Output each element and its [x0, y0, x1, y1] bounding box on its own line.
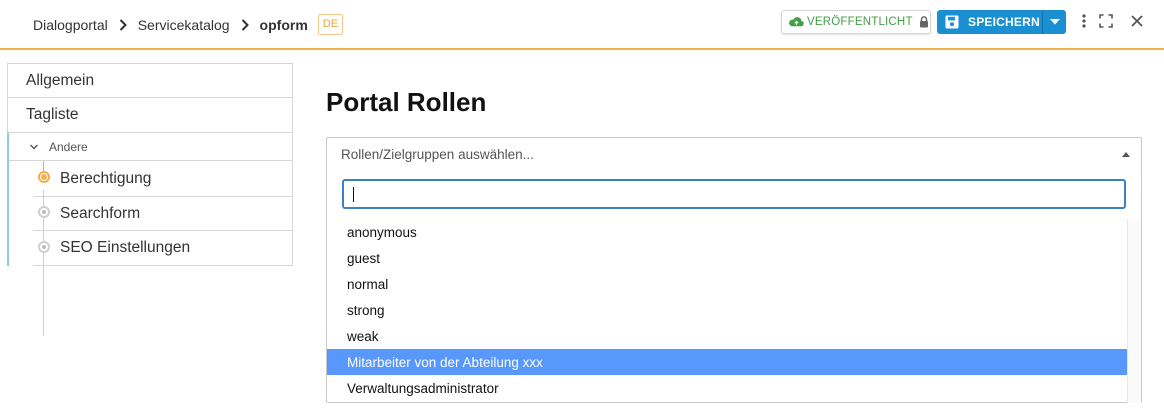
breadcrumb: Dialogportal Servicekatalog opform DE	[33, 14, 344, 35]
role-option[interactable]: strong	[327, 297, 1127, 323]
language-badge[interactable]: DE	[317, 14, 344, 35]
caret-down-icon	[1049, 19, 1060, 25]
chevron-right-icon	[230, 18, 260, 31]
save-button-group: SPEICHERN	[937, 10, 1066, 34]
role-option[interactable]: weak	[327, 323, 1127, 349]
roles-options-list: anonymous guest normal strong weak Mitar…	[327, 219, 1127, 401]
role-option[interactable]: guest	[327, 245, 1127, 271]
sidebar-item-label: Searchform	[60, 204, 141, 222]
roles-select-placeholder: Rollen/Zielgruppen auswählen...	[341, 146, 534, 162]
sidebar-item-tagliste[interactable]: Tagliste	[7, 98, 293, 133]
chevron-down-icon	[30, 144, 38, 149]
page-title: Portal Rollen	[326, 87, 487, 117]
sidebar-item-label: Allgemein	[26, 71, 95, 89]
cloud-upload-icon	[789, 17, 804, 27]
more-vertical-icon[interactable]	[1076, 13, 1092, 29]
settings-sidebar: Allgemein Tagliste Andere Berechtigung S…	[7, 63, 293, 336]
breadcrumb-item-servicekatalog[interactable]: Servicekatalog	[138, 17, 230, 33]
role-option[interactable]: normal	[327, 271, 1127, 297]
text-cursor	[353, 187, 354, 202]
top-bar: Dialogportal Servicekatalog opform DE VE…	[0, 0, 1164, 50]
caret-up-icon	[1122, 152, 1130, 157]
sidebar-item-label: SEO Einstellungen	[60, 239, 191, 256]
sidebar-item-searchform[interactable]: Searchform	[33, 196, 293, 231]
save-label: SPEICHERN	[968, 15, 1040, 29]
roles-search-input[interactable]	[342, 179, 1126, 209]
roles-select[interactable]: Rollen/Zielgruppen auswählen... anonymou…	[326, 137, 1142, 403]
roles-select-toggle[interactable]: Rollen/Zielgruppen auswählen...	[327, 138, 1141, 170]
sidebar-item-label: Berechtigung	[60, 169, 152, 187]
role-option-highlighted[interactable]: Mitarbeiter von der Abteilung xxx	[327, 349, 1127, 375]
floppy-disk-icon	[945, 15, 959, 29]
sidebar-group-header[interactable]: Andere	[9, 133, 293, 161]
role-option[interactable]: anonymous	[327, 219, 1127, 245]
role-option[interactable]: Verwaltungsadministrator	[327, 375, 1127, 401]
publish-status-button[interactable]: VERÖFFENTLICHT	[781, 10, 931, 34]
sidebar-group-label: Andere	[49, 139, 88, 154]
close-icon[interactable]	[1129, 13, 1145, 29]
breadcrumb-current: opform	[259, 16, 308, 33]
chevron-right-icon	[108, 18, 138, 31]
sidebar-item-seo-einstellungen[interactable]: SEO Einstellungen	[33, 231, 293, 266]
sidebar-item-allgemein[interactable]: Allgemein	[7, 63, 293, 98]
save-dropdown-button[interactable]	[1042, 10, 1066, 34]
sidebar-group-andere: Andere Berechtigung Searchform SEO Einst…	[7, 133, 293, 336]
sidebar-item-berechtigung[interactable]: Berechtigung	[33, 161, 293, 196]
fullscreen-icon[interactable]	[1098, 13, 1114, 29]
sidebar-item-label: Tagliste	[26, 106, 79, 123]
breadcrumb-item-dialogportal[interactable]: Dialogportal	[33, 17, 108, 33]
lock-icon	[919, 16, 928, 28]
save-button[interactable]: SPEICHERN	[937, 10, 1042, 34]
options-scrollbar[interactable]	[1127, 219, 1141, 403]
publish-status-label: VERÖFFENTLICHT	[807, 16, 913, 28]
